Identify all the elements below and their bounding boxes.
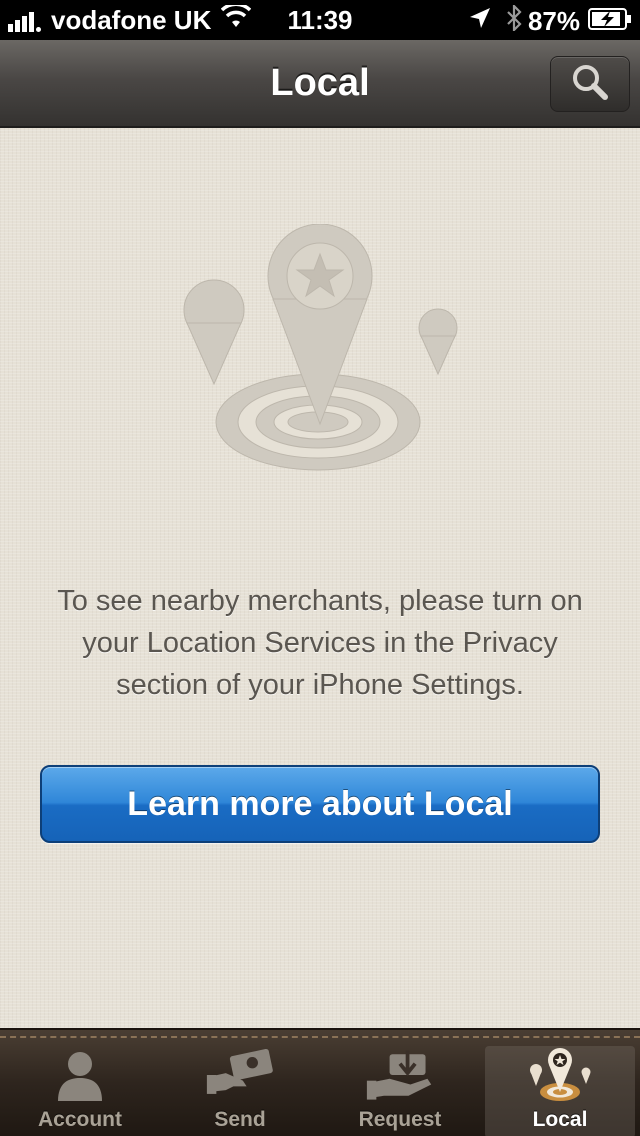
battery-charging-icon	[588, 6, 632, 37]
status-right: 87%	[468, 3, 632, 38]
person-icon	[45, 1046, 115, 1104]
tab-account-label: Account	[38, 1108, 122, 1131]
main-content: To see nearby merchants, please turn on …	[0, 128, 640, 1028]
local-pins-icon	[525, 1046, 595, 1104]
location-pins-illustration	[170, 223, 470, 484]
tab-local[interactable]: Local	[485, 1046, 635, 1136]
carrier-name: vodafone UK	[51, 5, 212, 35]
location-services-message: To see nearby merchants, please turn on …	[57, 585, 583, 701]
learn-more-button[interactable]: Learn more about Local	[40, 765, 600, 843]
wifi-icon	[221, 2, 252, 36]
signal-strength-icon	[8, 10, 43, 32]
app-screen: vodafone UK 11:39 87% Local To see nearb…	[0, 0, 640, 1136]
tab-request-label: Request	[358, 1108, 442, 1131]
status-bar: vodafone UK 11:39 87%	[0, 0, 640, 40]
location-arrow-icon	[468, 6, 492, 37]
stitch-divider	[0, 1036, 640, 1038]
battery-percent: 87%	[527, 6, 580, 36]
tab-send-label: Send	[214, 1108, 266, 1131]
search-icon	[570, 62, 610, 107]
tab-local-label: Local	[532, 1108, 588, 1131]
status-left: vodafone UK	[8, 2, 252, 36]
tab-request[interactable]: Request	[325, 1046, 475, 1136]
tab-account[interactable]: Account	[5, 1046, 155, 1136]
tab-send[interactable]: Send	[165, 1046, 315, 1136]
send-money-icon	[205, 1046, 275, 1104]
request-money-icon	[365, 1046, 435, 1104]
tab-bar: Account Send Request Local	[0, 1028, 640, 1136]
page-title: Local	[270, 62, 370, 104]
navigation-bar: Local	[0, 40, 640, 128]
search-button[interactable]	[550, 56, 630, 112]
bluetooth-icon	[506, 3, 522, 38]
